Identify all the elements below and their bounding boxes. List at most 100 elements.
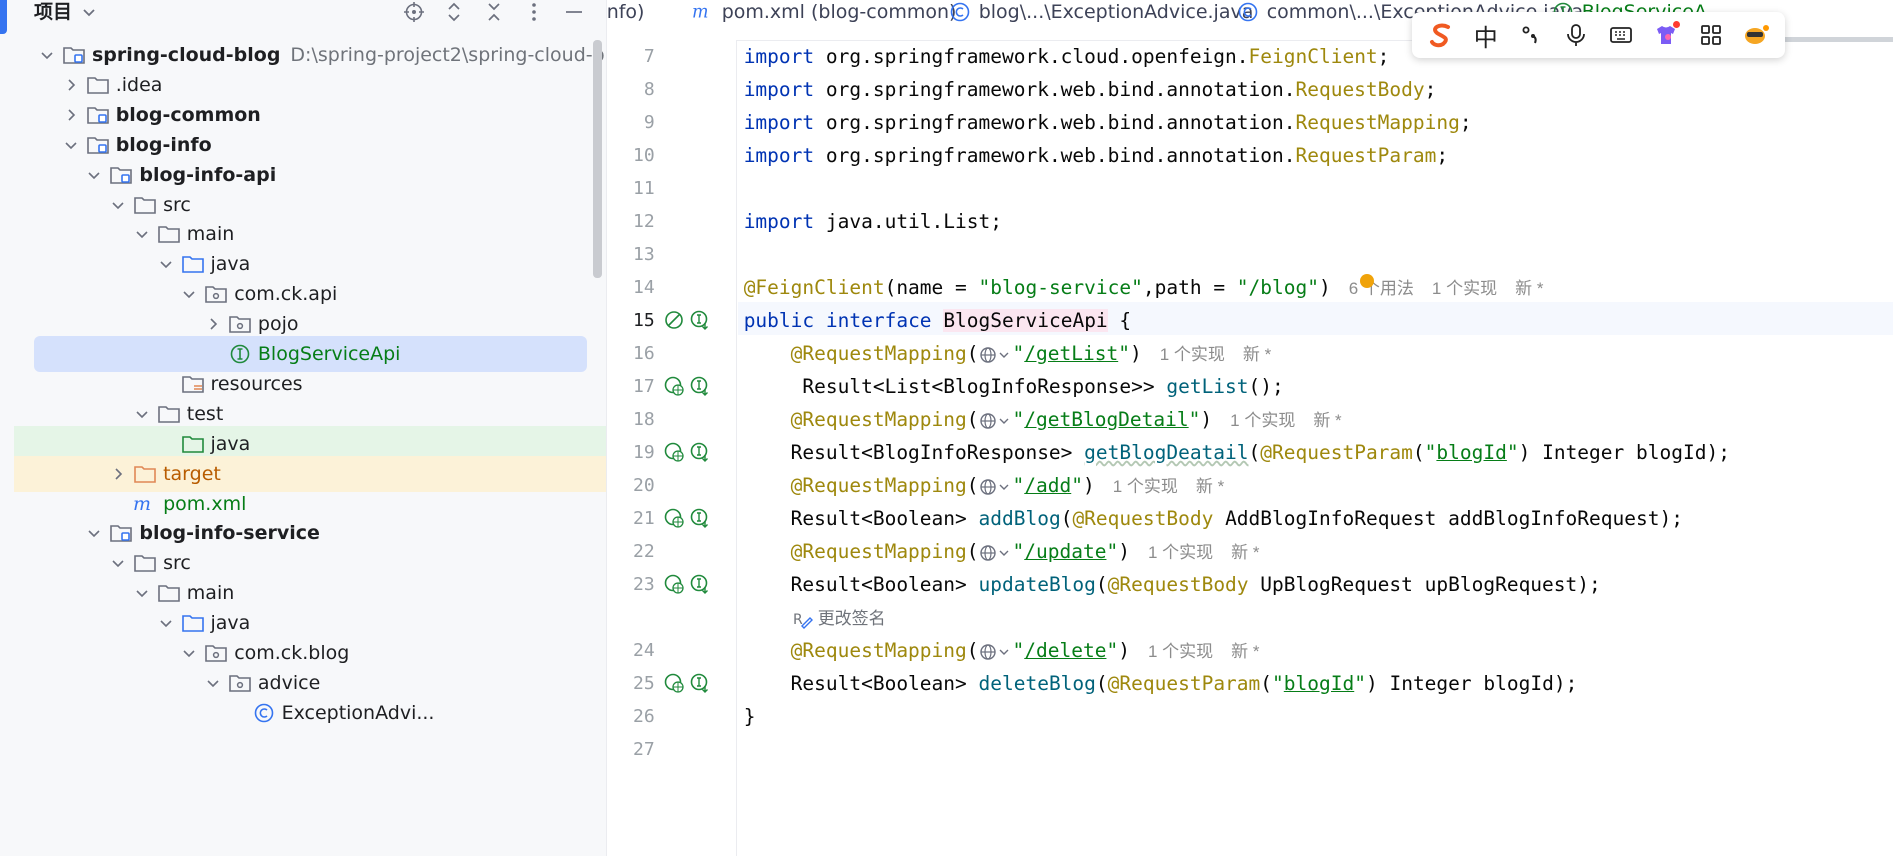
sogou-logo-icon[interactable] bbox=[1424, 18, 1458, 52]
chevron-down-icon[interactable] bbox=[107, 194, 129, 216]
chevron-down-icon[interactable] bbox=[202, 672, 224, 694]
expand-all-button[interactable] bbox=[442, 0, 466, 24]
collapse-all-button[interactable] bbox=[482, 0, 506, 24]
hide-tool-window-button[interactable] bbox=[562, 0, 586, 24]
line-number[interactable]: 24 bbox=[607, 634, 655, 667]
chevron-right-icon[interactable] bbox=[107, 463, 129, 485]
punctuation-icon[interactable] bbox=[1514, 18, 1548, 52]
toolbox-icon[interactable] bbox=[1694, 18, 1728, 52]
globe-icon[interactable] bbox=[979, 345, 1013, 365]
line-number[interactable]: 25 bbox=[607, 667, 655, 700]
editor-tab[interactable]: m pom.xml (blog-common) bbox=[692, 0, 957, 24]
line-number[interactable]: 18 bbox=[607, 403, 655, 436]
chevron-down-icon[interactable] bbox=[155, 253, 177, 275]
intention-bulb-icon[interactable] bbox=[1359, 274, 1374, 288]
chevron-down-icon[interactable] bbox=[178, 283, 200, 305]
line-number[interactable]: 20 bbox=[607, 469, 655, 502]
chevron-right-icon[interactable] bbox=[60, 104, 82, 126]
options-menu-button[interactable] bbox=[522, 0, 546, 24]
implemented-by-icon[interactable] bbox=[689, 375, 711, 397]
editor-tab[interactable]: nfo) bbox=[607, 0, 645, 24]
code-line-22[interactable]: @RequestMapping("/update") 1 个实现新 * bbox=[744, 535, 1260, 568]
line-number[interactable]: 19 bbox=[607, 436, 655, 469]
keyboard-icon[interactable] bbox=[1604, 18, 1638, 52]
line-number[interactable]: 27 bbox=[607, 733, 655, 766]
line-number[interactable]: 15 bbox=[607, 304, 655, 337]
feign-client-icon[interactable] bbox=[663, 309, 685, 331]
microphone-icon[interactable] bbox=[1559, 18, 1593, 52]
chevron-down-icon[interactable] bbox=[131, 223, 153, 245]
mascot-icon[interactable] bbox=[1739, 18, 1773, 52]
author-hint[interactable]: 新 * bbox=[1243, 345, 1271, 364]
code-line-14[interactable]: @FeignClient(name = "blog-service",path … bbox=[744, 271, 1544, 304]
line-number[interactable]: 21 bbox=[607, 502, 655, 535]
line-number[interactable]: 14 bbox=[607, 271, 655, 304]
implementations-hint[interactable]: 1 个实现 bbox=[1148, 543, 1213, 562]
author-hint[interactable]: 新 * bbox=[1231, 642, 1259, 661]
chevron-right-icon[interactable] bbox=[202, 313, 224, 335]
line-number[interactable]: 8 bbox=[607, 73, 655, 106]
code-area[interactable]: import org.springframework.cloud.openfei… bbox=[737, 40, 1893, 856]
line-number[interactable]: 26 bbox=[607, 700, 655, 733]
project-view-selector[interactable]: 项目 bbox=[34, 0, 98, 24]
code-line-8[interactable]: import org.springframework.web.bind.anno… bbox=[744, 73, 1437, 106]
chinese-mode-button[interactable]: 中 bbox=[1469, 18, 1503, 52]
implementations-hint[interactable]: 1 个实现 bbox=[1113, 477, 1178, 496]
line-number[interactable]: 17 bbox=[607, 370, 655, 403]
code-line-19[interactable]: Result<BlogInfoResponse> getBlogDeatail(… bbox=[744, 436, 1730, 469]
skin-icon[interactable] bbox=[1649, 18, 1683, 52]
code-line-18[interactable]: @RequestMapping("/getBlogDetail") 1 个实现新 … bbox=[744, 403, 1342, 436]
code-line-10[interactable]: import org.springframework.web.bind.anno… bbox=[744, 139, 1448, 172]
locate-file-button[interactable] bbox=[402, 0, 426, 24]
code-line-17[interactable]: Result<List<BlogInfoResponse>> getList()… bbox=[744, 370, 1283, 403]
web-endpoint-icon[interactable] bbox=[663, 375, 685, 397]
implementations-hint[interactable]: 1 个实现 bbox=[1148, 642, 1213, 661]
line-number[interactable]: 10 bbox=[607, 139, 655, 172]
line-number[interactable]: 23 bbox=[607, 568, 655, 601]
chevron-down-icon[interactable] bbox=[83, 164, 105, 186]
line-number[interactable]: 11 bbox=[607, 172, 655, 205]
chevron-down-icon[interactable] bbox=[36, 44, 58, 66]
code-line-20[interactable]: @RequestMapping("/add") 1 个实现新 * bbox=[744, 469, 1225, 502]
web-endpoint-icon[interactable] bbox=[663, 507, 685, 529]
usages-hint[interactable]: 6 个用法 bbox=[1349, 279, 1414, 298]
implemented-by-icon[interactable] bbox=[689, 573, 711, 595]
code-line-25[interactable]: Result<Boolean> deleteBlog(@RequestParam… bbox=[744, 667, 1578, 700]
chevron-down-icon[interactable] bbox=[178, 642, 200, 664]
tree-item[interactable]: ExceptionAdvi... bbox=[0, 695, 606, 731]
code-line-26[interactable]: } bbox=[744, 700, 756, 733]
globe-icon[interactable] bbox=[979, 642, 1013, 662]
implemented-by-icon[interactable] bbox=[689, 309, 711, 331]
author-hint[interactable]: 新 * bbox=[1313, 411, 1341, 430]
chevron-down-icon[interactable] bbox=[155, 612, 177, 634]
tree-scrollbar-thumb[interactable] bbox=[593, 40, 602, 278]
line-number[interactable]: 22 bbox=[607, 535, 655, 568]
implemented-by-icon[interactable] bbox=[689, 441, 711, 463]
author-hint[interactable]: 新 * bbox=[1515, 279, 1543, 298]
editor-tab[interactable]: blog\...\ExceptionAdvice.java bbox=[949, 0, 1253, 24]
code-line-21[interactable]: Result<Boolean> addBlog(@RequestBody Add… bbox=[744, 502, 1683, 535]
code-line-23[interactable]: Result<Boolean> updateBlog(@RequestBody … bbox=[744, 568, 1601, 601]
implemented-by-icon[interactable] bbox=[689, 672, 711, 694]
code-line-7[interactable]: import org.springframework.cloud.openfei… bbox=[744, 40, 1390, 73]
ime-toolbar[interactable]: 中 bbox=[1412, 12, 1785, 58]
globe-icon[interactable] bbox=[979, 411, 1013, 431]
code-line-15[interactable]: public interface BlogServiceApi { bbox=[744, 304, 1131, 337]
chevron-right-icon[interactable] bbox=[60, 74, 82, 96]
change-signature-hint[interactable]: R 更改签名 bbox=[792, 607, 886, 631]
line-number[interactable]: 16 bbox=[607, 337, 655, 370]
code-line-16[interactable]: @RequestMapping("/getList") 1 个实现新 * bbox=[744, 337, 1272, 370]
code-line-12[interactable]: import java.util.List; bbox=[744, 205, 1002, 238]
chevron-down-icon[interactable] bbox=[83, 522, 105, 544]
globe-icon[interactable] bbox=[979, 543, 1013, 563]
author-hint[interactable]: 新 * bbox=[1231, 543, 1259, 562]
chevron-down-icon[interactable] bbox=[131, 403, 153, 425]
code-line-9[interactable]: import org.springframework.web.bind.anno… bbox=[744, 106, 1472, 139]
line-number[interactable]: 7 bbox=[607, 40, 655, 73]
chevron-down-icon[interactable] bbox=[60, 134, 82, 156]
author-hint[interactable]: 新 * bbox=[1196, 477, 1224, 496]
implementations-hint[interactable]: 1 个实现 bbox=[1230, 411, 1295, 430]
line-number[interactable]: 9 bbox=[607, 106, 655, 139]
globe-icon[interactable] bbox=[979, 477, 1013, 497]
implementations-hint[interactable]: 1 个实现 bbox=[1160, 345, 1225, 364]
